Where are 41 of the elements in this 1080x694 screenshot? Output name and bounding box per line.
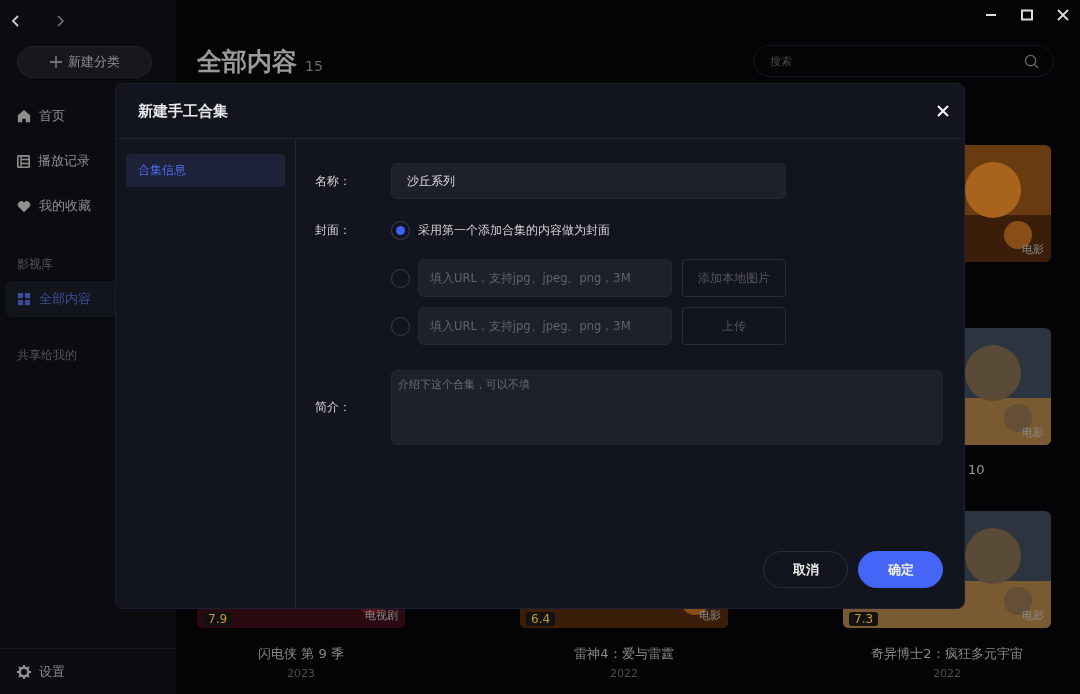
heart-icon [17,199,31,213]
list-icon [17,154,30,168]
section-heading: 影视库 [16,256,54,273]
card-title: 雷神4：爱与雷霆 [574,645,674,663]
new-category-button[interactable]: 新建分类 [17,46,152,78]
card-year: 2022 [933,667,961,680]
type-tag: 电影 [1022,608,1044,623]
gear-icon [17,664,31,679]
card-title: 10 [967,462,985,477]
page-title: 全部内容 [197,45,297,78]
field-label: 封面： [315,221,352,239]
radio-label: 采用第一个添加合集的内容做为封面 [418,221,610,239]
rating-badge: 7.9 [203,612,233,626]
section-heading: 共享给我的 [16,347,78,364]
rating-badge: 6.4 [526,612,556,626]
type-tag: 电影 [699,608,721,623]
settings-item[interactable]: 设置 [0,648,176,694]
plus-icon [49,56,62,68]
search-icon [1024,53,1039,69]
card-title: 闪电侠 第 9 季 [258,645,344,663]
rating-badge: 7.3 [849,612,879,626]
dialog-nav-item[interactable]: 合集信息 [126,154,285,187]
type-tag: 电视剧 [365,608,398,623]
field-label: 简介： [315,399,352,416]
card-title: 奇异博士2：疯狂多元宇宙 [871,645,1023,663]
confirm-button[interactable]: 确定 [858,551,943,588]
home-icon [17,109,31,123]
grid-icon [17,292,31,306]
url-field[interactable]: 填入URL，支持jpg、jpeg、png，3M [418,307,672,345]
field-label: 名称： [315,172,352,190]
dialog-title: 新建手工合集 [138,101,228,121]
url-field[interactable]: 填入URL，支持jpg、jpeg、png，3M [418,259,672,297]
sidebar-item[interactable]: 我的收藏 [6,188,170,224]
item-count: 15 [305,58,323,75]
type-tag: 电影 [1022,242,1044,257]
type-tag: 电影 [1022,425,1044,440]
card-year: 2022 [610,667,638,680]
close-icon[interactable] [936,104,950,118]
intro-field[interactable]: 介绍下这个合集，可以不填 [391,370,943,445]
card-year: 2023 [287,667,315,680]
name-field[interactable]: 沙丘系列 [391,163,786,199]
